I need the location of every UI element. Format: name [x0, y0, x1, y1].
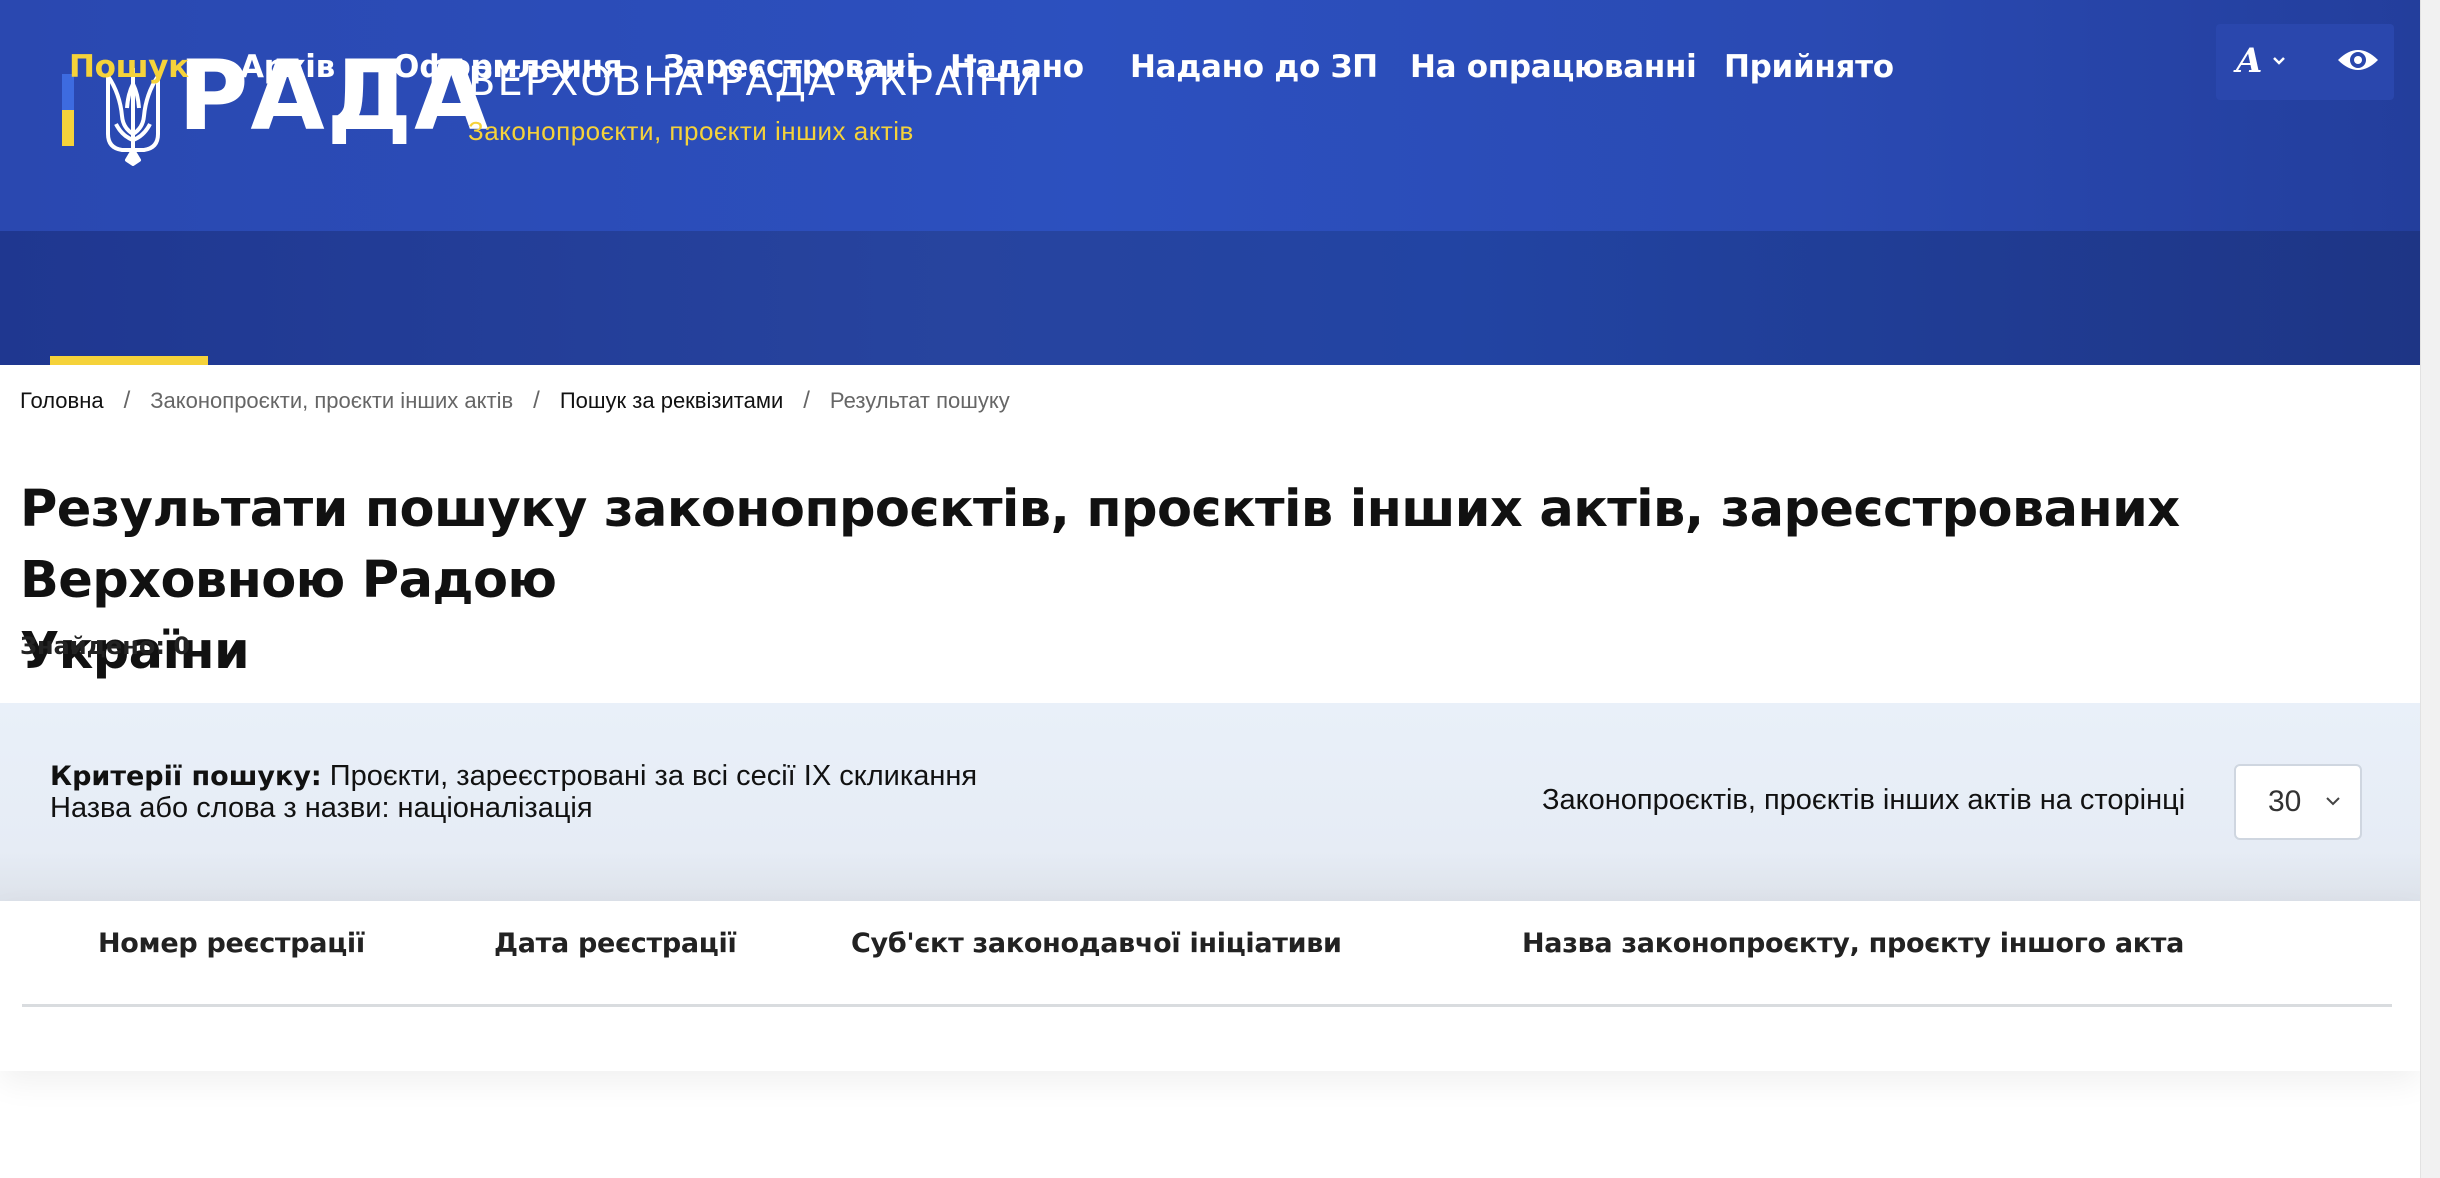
breadcrumb-separator: / [803, 387, 810, 414]
criteria-line: Критерії пошуку: Проєкти, зареєстровані … [50, 760, 977, 793]
font-size-letter: A [2236, 41, 2263, 81]
breadcrumb-separator: / [533, 387, 540, 414]
criteria-label: Критерії пошуку: [50, 761, 322, 792]
per-page-select[interactable]: 30 [2234, 764, 2362, 840]
table-header-divider [22, 1004, 2392, 1007]
page-scrollbar[interactable] [2420, 0, 2440, 1178]
per-page-label: Законопроєктів, проєктів інших актів на … [1542, 784, 2186, 816]
page-title-line-2: України [20, 622, 250, 681]
nav-item-drafting[interactable]: Оформлення [393, 0, 623, 134]
column-header-registration-number[interactable]: Номер реєстрації [98, 928, 365, 959]
chevron-down-icon [2326, 797, 2340, 806]
nav-item-adopted[interactable]: Прийнято [1724, 0, 1894, 134]
criteria-name-filter: Назва або слова з назви: націоналізація [50, 792, 593, 824]
nav-item-search[interactable]: Пошук [69, 0, 189, 134]
font-size-button[interactable]: A [2236, 36, 2306, 86]
chevron-down-icon [2273, 57, 2286, 65]
criteria-value: Проєкти, зареєстровані за всі сесії IX с… [329, 760, 978, 792]
nav-item-submitted-to-plenary[interactable]: Надано до ЗП [1130, 0, 1378, 134]
nav-item-registered[interactable]: Зареєстровані [663, 0, 916, 134]
eye-icon[interactable] [2336, 40, 2380, 80]
results-table [0, 901, 2420, 1071]
breadcrumb-search-by-details[interactable]: Пошук за реквізитами [560, 388, 783, 414]
breadcrumb-home[interactable]: Головна [20, 388, 104, 414]
breadcrumb-bills[interactable]: Законопроєкти, проєкти інших актів [150, 388, 513, 414]
breadcrumb-separator: / [123, 387, 131, 414]
per-page-value: 30 [2268, 785, 2302, 818]
nav-item-archive[interactable]: Архів [240, 0, 335, 134]
active-tab-indicator [50, 356, 208, 365]
page: РАДА ВЕРХОВНА РАДА УКРАЇНИ Законопроєкти… [0, 0, 2440, 1178]
column-header-initiator[interactable]: Суб'єкт законодавчої ініціативи [851, 928, 1342, 959]
column-header-registration-date[interactable]: Дата реєстрації [494, 928, 737, 959]
main-nav [0, 231, 2420, 365]
breadcrumb: Головна / Законопроєкти, проєкти інших а… [20, 385, 1010, 417]
column-header-bill-title[interactable]: Назва законопроєкту, проєкту іншого акта [1522, 928, 2184, 959]
nav-item-in-processing[interactable]: На опрацюванні [1410, 0, 1697, 134]
page-title: Результати пошуку законопроєктів, проєкт… [20, 474, 2420, 687]
results-count: Знайдено: 0 [20, 632, 191, 660]
nav-item-submitted[interactable]: Надано [950, 0, 1084, 134]
breadcrumb-current: Результат пошуку [829, 388, 1010, 413]
page-title-line-1: Результати пошуку законопроєктів, проєкт… [20, 480, 2180, 610]
